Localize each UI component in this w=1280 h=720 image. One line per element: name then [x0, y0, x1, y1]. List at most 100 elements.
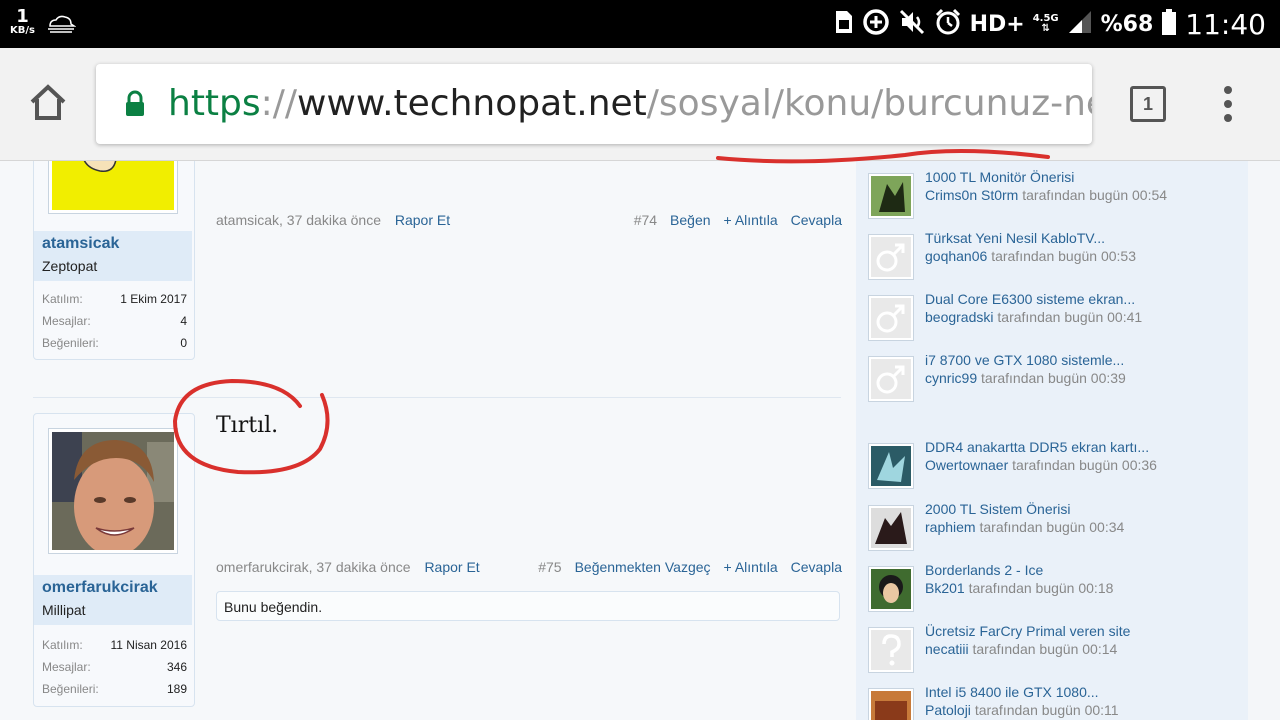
cloud-icon: [46, 14, 77, 39]
stat-label: Mesajlar:: [42, 314, 91, 328]
reply-link[interactable]: Cevapla: [791, 210, 842, 230]
user-rank: Zeptopat: [42, 258, 98, 274]
thread-item[interactable]: Intel i5 8400 ile GTX 1080... Patoloji t…: [868, 684, 1248, 720]
stat-label: Beğenileri:: [42, 336, 99, 350]
user-name-block: omerfarukcirak Millipat: [34, 575, 192, 625]
post-number[interactable]: #75: [538, 557, 561, 577]
liked-summary: Bunu beğendin.: [216, 591, 840, 621]
thread-title[interactable]: Dual Core E6300 sisteme ekran...: [925, 291, 1135, 307]
thread-user[interactable]: goqhan06: [925, 248, 987, 264]
report-link[interactable]: Rapor Et: [424, 559, 479, 575]
thread-user[interactable]: Patoloji: [925, 702, 971, 718]
alarm-icon: [934, 8, 962, 40]
stat-value: 11 Nisan 2016: [110, 638, 188, 652]
thread-time: tarafından bugün 00:14: [972, 641, 1118, 657]
url-separator: ://: [260, 83, 298, 124]
user-info-omerfarukcirak: omerfarukcirak Millipat Katılım: 11 Nisan…: [33, 413, 195, 707]
thread-item[interactable]: Borderlands 2 - Ice Bk201 tarafından bug…: [868, 562, 1248, 612]
user-stats: Katılım: 11 Nisan 2016 Mesajlar: 346 Beğen…: [42, 634, 187, 700]
clock: 11:40: [1185, 7, 1266, 41]
stat-value: 189: [166, 682, 187, 696]
thread-title[interactable]: Ücretsiz FarCry Primal veren site: [925, 623, 1130, 639]
avatar[interactable]: [48, 428, 178, 556]
thread-user[interactable]: raphiem: [925, 519, 976, 535]
new-threads-sidebar: 1000 TL Monitör Önerisi Crims0n St0rm ta…: [856, 161, 1248, 720]
thread-item[interactable]: 2000 TL Sistem Önerisi raphiem tarafında…: [868, 501, 1248, 551]
network-speed: 1 KB/s: [10, 8, 35, 36]
thread-item[interactable]: Türksat Yeni Nesil KabloTV... goqhan06 t…: [868, 230, 1248, 280]
thread-avatar: [868, 443, 914, 489]
thread-avatar: [868, 505, 914, 551]
thread-title[interactable]: Intel i5 8400 ile GTX 1080...: [925, 684, 1099, 700]
username[interactable]: atamsicak: [42, 235, 184, 253]
stat-value: 1 Ekim 2017: [120, 292, 187, 306]
thread-time: tarafından bugün 00:53: [991, 248, 1136, 264]
thread-user[interactable]: Bk201: [925, 580, 965, 596]
thread-user[interactable]: cynric99: [925, 370, 977, 386]
stat-messages: Mesajlar: 4: [42, 310, 187, 332]
thread-title[interactable]: DDR4 anakartta DDR5 ekran kartı...: [925, 439, 1149, 455]
male-avatar-icon: [868, 234, 914, 280]
thread-item[interactable]: 1000 TL Monitör Önerisi Crims0n St0rm ta…: [868, 169, 1248, 219]
user-info-atamsicak: atamsicak Zeptopat Katılım: 1 Ekim 2017 M…: [33, 161, 195, 360]
thread-item[interactable]: i7 8700 ve GTX 1080 sistemle... cynric99…: [868, 352, 1248, 402]
thread-title[interactable]: Türksat Yeni Nesil KabloTV...: [925, 230, 1105, 246]
thread-user[interactable]: Owertownaer: [925, 457, 1008, 473]
stat-label: Mesajlar:: [42, 660, 91, 674]
avatar[interactable]: [48, 161, 178, 214]
thread-time: tarafından bugün 00:39: [981, 370, 1126, 386]
stat-label: Beğenileri:: [42, 682, 99, 696]
report-link[interactable]: Rapor Et: [395, 212, 450, 228]
thread-user[interactable]: necatiii: [925, 641, 969, 657]
male-avatar-icon: [868, 356, 914, 402]
address-bar[interactable]: https://www.technopat.net/sosyal/konu/bu…: [96, 64, 1092, 144]
stat-value: 4: [180, 314, 187, 328]
quote-link[interactable]: + Alıntıla: [724, 210, 778, 230]
unlike-link[interactable]: Beğenmekten Vazgeç: [575, 557, 711, 577]
post-meta-75: omerfarukcirak, 37 dakika önce Rapor Et …: [216, 557, 842, 577]
vibrate-mute-icon: [898, 8, 926, 40]
post-number[interactable]: #74: [634, 210, 657, 230]
overflow-menu-icon[interactable]: [1224, 86, 1232, 128]
thread-title[interactable]: 1000 TL Monitör Önerisi: [925, 169, 1074, 185]
post-divider: [33, 397, 841, 398]
post-author-time[interactable]: omerfarukcirak, 37 dakika önce: [216, 559, 411, 575]
tab-switcher-button[interactable]: 1: [1130, 86, 1166, 122]
avatar-image: [52, 432, 174, 556]
browser-toolbar: https://www.technopat.net/sosyal/konu/bu…: [0, 48, 1280, 161]
thread-time: tarafından bugün 00:36: [1012, 457, 1157, 473]
reply-link[interactable]: Cevapla: [791, 557, 842, 577]
thread-item[interactable]: DDR4 anakartta DDR5 ekran kartı... Owert…: [868, 439, 1248, 489]
thread-item[interactable]: Ücretsiz FarCry Primal veren site necati…: [868, 623, 1248, 673]
stat-value: 0: [180, 336, 187, 350]
post-meta-74: atamsicak, 37 dakika önce Rapor Et #74 B…: [216, 210, 842, 230]
quote-link[interactable]: + Alıntıla: [724, 557, 778, 577]
unknown-avatar-icon: [868, 627, 914, 673]
signal-icon: [1067, 9, 1093, 39]
thread-time: tarafından bugün 00:41: [997, 309, 1143, 325]
thread-avatar: [868, 173, 914, 219]
stat-likes: Beğenileri: 189: [42, 678, 187, 700]
user-name-block: atamsicak Zeptopat: [34, 231, 192, 281]
male-avatar-icon: [868, 295, 914, 341]
user-rank: Millipat: [42, 602, 86, 618]
stat-label: Katılım:: [42, 292, 83, 306]
username[interactable]: omerfarukcirak: [42, 579, 184, 597]
home-icon[interactable]: [28, 84, 68, 127]
thread-posts: atamsicak Zeptopat Katılım: 1 Ekim 2017 M…: [0, 161, 856, 720]
thread-title[interactable]: Borderlands 2 - Ice: [925, 562, 1043, 578]
avatar-image: [52, 161, 174, 210]
network-type: HD+: [969, 11, 1025, 37]
thread-title[interactable]: i7 8700 ve GTX 1080 sistemle...: [925, 352, 1124, 368]
thread-item[interactable]: Dual Core E6300 sisteme ekran... beograd…: [868, 291, 1248, 341]
url-text[interactable]: https://www.technopat.net/sosyal/konu/bu…: [168, 83, 1092, 124]
thread-time: tarafından bugün 00:18: [968, 580, 1114, 596]
battery-percent: %68: [1100, 11, 1154, 37]
network-generation: 4.5G ⇅: [1033, 14, 1059, 34]
thread-avatar: [868, 688, 914, 720]
like-link[interactable]: Beğen: [670, 210, 710, 230]
thread-title[interactable]: 2000 TL Sistem Önerisi: [925, 501, 1071, 517]
post-author-time[interactable]: atamsicak, 37 dakika önce: [216, 212, 381, 228]
thread-user[interactable]: Crims0n St0rm: [925, 187, 1018, 203]
thread-user[interactable]: beogradski: [925, 309, 994, 325]
